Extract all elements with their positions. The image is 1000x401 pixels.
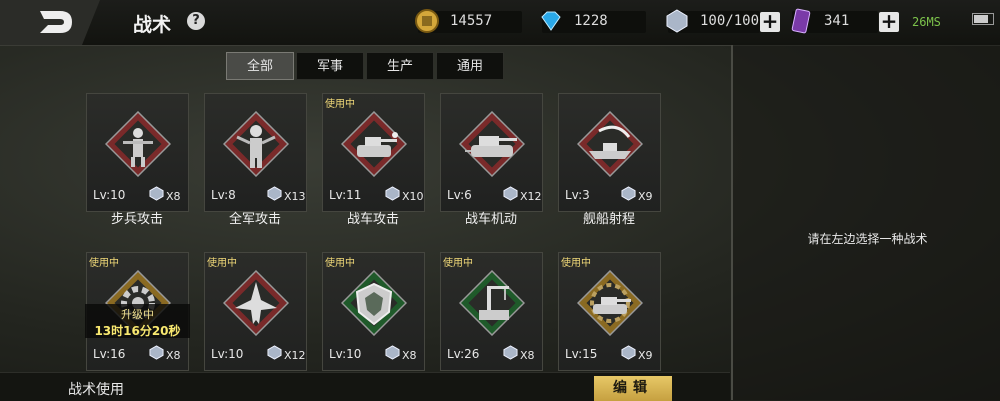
card-name: 舰船射程 — [582, 212, 635, 227]
tab-all[interactable]: 全部 — [226, 52, 294, 80]
upgrade-status: 升级中 — [121, 308, 154, 321]
tactic-card[interactable]: Lv:8 X13 — [204, 93, 307, 212]
gold-value: 14557 — [450, 13, 493, 29]
tab-production[interactable]: 生产 — [366, 52, 434, 80]
card-quantity: X12 — [284, 349, 306, 362]
in-use-badge: 使用中 — [207, 258, 237, 269]
tab-military[interactable]: 军事 — [296, 52, 364, 80]
upgrade-countdown: 13时16分20秒 — [94, 324, 181, 338]
back-button[interactable] — [0, 0, 100, 45]
in-use-badge: 使用中 — [89, 258, 119, 269]
tank-attack-icon — [341, 111, 407, 177]
in-use-badge: 使用中 — [443, 258, 473, 269]
card-quantity: X9 — [638, 349, 653, 362]
card-quantity: X13 — [284, 190, 306, 203]
tactic-card[interactable]: 使用中 Lv:10 X8 — [322, 252, 425, 371]
page-title: 战术 — [133, 14, 172, 36]
category-tabs: 全部 军事 生产 通用 — [226, 52, 506, 80]
upgrade-timer: 升级中 13时16分20秒 — [85, 304, 190, 338]
card-resource: 341 — [791, 8, 878, 34]
tactic-card[interactable]: 使用中 Lv:15 X9 — [558, 252, 661, 371]
add-card-button[interactable]: + — [879, 11, 899, 32]
card-level: Lv:16 — [93, 347, 126, 361]
help-button[interactable]: ? — [187, 12, 205, 30]
crystal-icon — [149, 186, 164, 201]
card-name: 战车机动 — [464, 212, 517, 227]
tactic-card[interactable]: 使用中 Lv:11 X10 — [322, 93, 425, 212]
tactic-card[interactable]: Lv:10 X8 — [86, 93, 189, 212]
in-use-badge: 使用中 — [325, 258, 355, 269]
crystal-icon — [385, 186, 400, 201]
card-level: Lv:10 — [93, 188, 126, 202]
card-level: Lv:26 — [447, 347, 480, 361]
energy-value: 100/100 — [700, 13, 760, 29]
card-quantity: X9 — [638, 190, 653, 203]
purple-card-icon — [791, 8, 811, 34]
ping-readout: 26MS — [912, 15, 941, 29]
card-level: Lv:10 — [329, 347, 362, 361]
tactic-usage-label: 战术使用 — [68, 382, 124, 398]
card-level: Lv:6 — [447, 188, 472, 202]
ship-icon — [577, 111, 643, 177]
tactic-card[interactable]: 使用中 Lv:10 X12 — [204, 252, 307, 371]
crystal-icon — [666, 9, 688, 33]
bottom-bar: 战术使用 编辑 — [0, 372, 730, 401]
card-level: Lv:15 — [565, 347, 598, 361]
tactic-card[interactable]: 使用中升级中 13时16分20秒 Lv:16 X8 — [85, 252, 190, 371]
card-quantity: X12 — [520, 190, 542, 203]
card-level: Lv:11 — [329, 188, 362, 202]
gold-resource: 14557 — [415, 9, 522, 33]
tactic-card[interactable]: Lv:6 X12 — [440, 93, 543, 212]
edit-button[interactable]: 编辑 — [594, 376, 672, 401]
tank-move-icon — [459, 111, 525, 177]
crystal-icon — [621, 345, 636, 360]
jet-icon — [223, 270, 289, 336]
in-use-badge: 使用中 — [561, 258, 591, 269]
card-level: Lv:3 — [565, 188, 590, 202]
tactic-card[interactable]: 使用中 Lv:26 X8 — [440, 252, 543, 371]
energy-resource: 100/100 — [666, 9, 760, 33]
crystal-icon — [267, 345, 282, 360]
card-quantity: X8 — [166, 190, 181, 203]
card-quantity: X10 — [402, 190, 424, 203]
crystal-icon — [503, 345, 518, 360]
select-hint: 请在左边选择一种战术 — [807, 232, 928, 246]
diamond-icon — [541, 11, 561, 31]
shield-icon — [341, 270, 407, 336]
add-energy-button[interactable]: + — [760, 11, 780, 32]
in-use-badge: 使用中 — [325, 99, 355, 110]
card-name: 战车攻击 — [346, 212, 399, 227]
diamond-value: 1228 — [574, 13, 608, 29]
card-level: Lv:10 — [211, 347, 244, 361]
gold-coin-icon — [415, 9, 439, 33]
crystal-icon — [385, 345, 400, 360]
back-d-icon — [40, 11, 72, 33]
card-name: 步兵攻击 — [110, 212, 163, 227]
infantry-icon — [105, 111, 171, 177]
gear-tank-icon — [577, 270, 643, 336]
crystal-icon — [149, 345, 164, 360]
card-level: Lv:8 — [211, 188, 236, 202]
card-value: 341 — [824, 13, 850, 29]
crystal-icon — [621, 186, 636, 201]
crystal-icon — [503, 186, 518, 201]
card-quantity: X8 — [402, 349, 417, 362]
crystal-icon — [267, 186, 282, 201]
diamond-resource: 1228 — [541, 11, 646, 33]
battery-icon — [972, 13, 994, 25]
card-name: 全军攻击 — [228, 212, 281, 227]
crane-icon — [459, 270, 525, 336]
card-quantity: X8 — [520, 349, 535, 362]
card-quantity: X8 — [166, 349, 181, 362]
soldier-icon — [223, 111, 289, 177]
detail-panel: 请在左边选择一种战术 — [731, 45, 1000, 400]
tactic-card[interactable]: Lv:3 X9 — [558, 93, 661, 212]
tab-general[interactable]: 通用 — [436, 52, 504, 80]
top-bar: 战术 ? 14557 1228 100/100 + 341 + 26MS — [0, 0, 1000, 46]
